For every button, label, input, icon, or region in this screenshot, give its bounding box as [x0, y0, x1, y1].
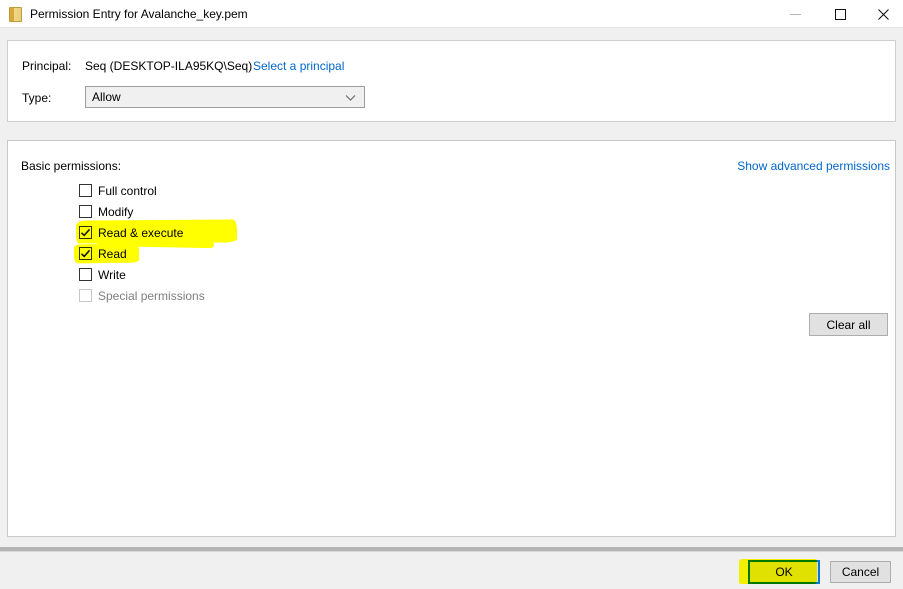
principal-value: Seq (DESKTOP-ILA95KQ\Seq): [85, 59, 252, 73]
principal-label: Principal:: [22, 59, 71, 73]
type-label: Type:: [22, 91, 51, 105]
permission-row: Special permissions: [79, 285, 379, 306]
clear-all-button[interactable]: Clear all: [809, 313, 888, 336]
checkmark-icon: [80, 248, 91, 259]
permission-checkbox[interactable]: [79, 226, 92, 239]
permission-label: Read: [98, 247, 127, 261]
permission-row: Full control: [79, 180, 379, 201]
permission-row: Write: [79, 264, 379, 285]
titlebar: Permission Entry for Avalanche_key.pem: [0, 0, 903, 28]
cancel-label: Cancel: [842, 565, 879, 579]
permission-label: Special permissions: [98, 289, 205, 303]
select-principal-link[interactable]: Select a principal: [253, 59, 344, 73]
permission-label: Write: [98, 268, 126, 282]
permission-label: Read & execute: [98, 226, 183, 240]
clear-all-label: Clear all: [826, 318, 870, 332]
permission-checkbox[interactable]: [79, 184, 92, 197]
window-icon: [9, 7, 22, 22]
ok-button[interactable]: OK: [748, 560, 820, 584]
footer-divider: [0, 547, 903, 552]
show-advanced-permissions-link[interactable]: Show advanced permissions: [737, 159, 890, 173]
checkmark-icon: [80, 227, 91, 238]
basic-permissions-heading: Basic permissions:: [21, 159, 121, 173]
type-dropdown[interactable]: Allow: [85, 86, 365, 108]
window-title: Permission Entry for Avalanche_key.pem: [30, 7, 248, 21]
cancel-button[interactable]: Cancel: [830, 561, 891, 583]
close-icon: [877, 8, 890, 21]
permission-checkbox[interactable]: [79, 289, 92, 302]
permission-row: Read: [79, 243, 379, 264]
close-button[interactable]: [864, 0, 903, 28]
maximize-button[interactable]: [820, 0, 860, 28]
permissions-list: Full control Modify Read & execute Read: [79, 180, 379, 306]
permission-row: Read & execute: [79, 222, 379, 243]
permission-checkbox[interactable]: [79, 268, 92, 281]
type-dropdown-value: Allow: [92, 90, 121, 104]
permission-checkbox[interactable]: [79, 247, 92, 260]
permission-label: Full control: [98, 184, 157, 198]
principal-groupbox: [7, 40, 896, 122]
minimize-button: [775, 0, 815, 28]
permission-label: Modify: [98, 205, 133, 219]
ok-label: OK: [775, 565, 792, 579]
permission-row: Modify: [79, 201, 379, 222]
permission-entry-dialog: { "window": { "title": "Permission Entry…: [0, 0, 903, 589]
maximize-icon: [835, 9, 846, 20]
minimize-icon: [790, 14, 801, 15]
chevron-down-icon: [345, 94, 356, 102]
permission-checkbox[interactable]: [79, 205, 92, 218]
